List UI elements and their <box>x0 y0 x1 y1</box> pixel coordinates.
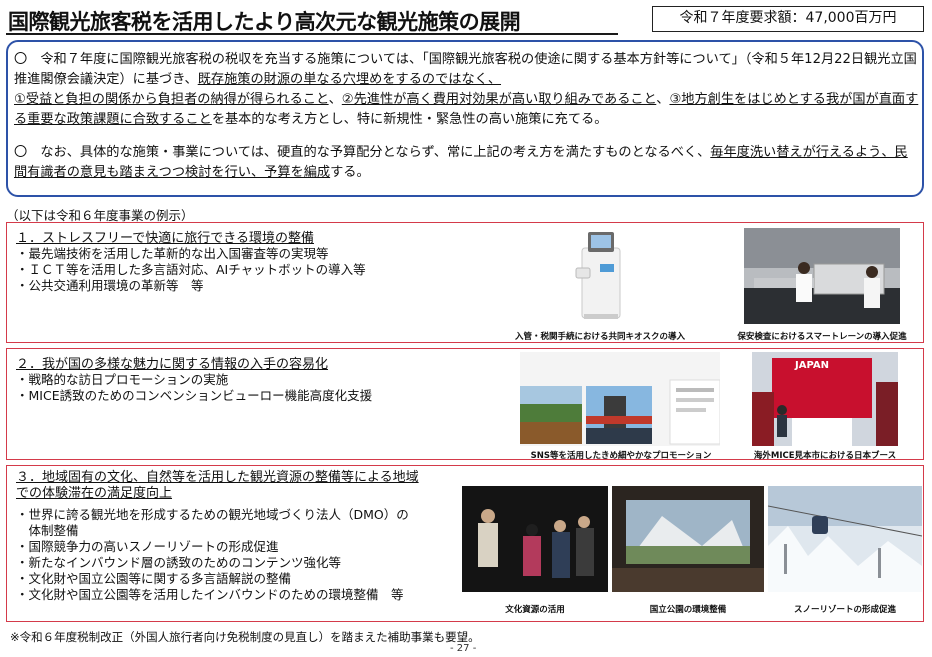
list-item: ・戦略的な訪日プロモーションの実施 <box>16 372 229 387</box>
section-3-bullets: ・世界に誇る観光地を形成するための観光地域づくり法人（DMO）の 体制整備 ・国… <box>16 507 409 603</box>
photo-caption: 文化資源の活用 <box>505 605 565 615</box>
budget-request-box: 令和７年度要求額：47,000百万円 <box>652 6 924 32</box>
photo-caption: 国立公園の環境整備 <box>649 605 727 615</box>
policy-text: 〇 なお、具体的な施策・事業については、硬直的な予算配分とならず、常に上記の考え… <box>14 145 711 160</box>
policy-text: を基本的な考え方とし、特に新規性・緊急性の高い施策に充てる。 <box>211 112 608 127</box>
title-underline <box>6 33 618 35</box>
section-3-title-line: ３．地域固有の文化、自然等を活用した観光資源の整備等による地域 <box>16 470 419 485</box>
list-item: ・ＩＣＴ等を活用した多言語対応、AIチャットボットの導入等 <box>16 262 366 277</box>
list-item: 体制整備 <box>16 523 79 538</box>
policy-paragraph-1: 〇 令和７年度に国際観光旅客税の税収を充当する施策については、「国際観光旅客税の… <box>14 50 919 130</box>
policy-text: する。 <box>330 165 370 180</box>
list-item: ・公共交通利用環境の革新等 等 <box>16 278 204 293</box>
footnote: ※令和６年度税制改正（外国人旅行者向け免税制度の見直し）を踏まえた補助事業も要望… <box>10 630 480 644</box>
policy-text: 、 <box>656 92 670 107</box>
section-1-bullets: ・最先端技術を活用した革新的な出入国審査等の実現等 ・ＩＣＴ等を活用した多言語対… <box>16 246 366 294</box>
booth-sign: JAPAN <box>795 360 829 371</box>
list-item: ・国際競争力の高いスノーリゾートの形成促進 <box>16 539 279 554</box>
photo-caption: 入管・税関手続における共同キオスクの導入 <box>514 332 685 342</box>
sns-promotion-collage <box>520 352 720 446</box>
policy-text: 、 <box>328 92 342 107</box>
list-item: ・文化財や国立公園等に関する多言語解説の整備 <box>16 571 292 586</box>
smart-lane-photo <box>744 228 900 324</box>
policy-emphasis: 既存施策の財源の単なる穴埋めをするのではなく、 <box>197 72 502 87</box>
list-item: ・MICE誘致のためのコンベンションビューロー機能高度化支援 <box>16 388 373 403</box>
policy-paragraph-2: 〇 なお、具体的な施策・事業については、硬直的な予算配分とならず、常に上記の考え… <box>14 143 919 183</box>
policy-emphasis: ①受益と負担の関係から負担者の納得が得られること <box>14 92 329 107</box>
section-3-title-line: での体験滞在の満足度向上 <box>16 486 173 501</box>
photo-caption: SNS等を活用したきめ細やかなプロモーション <box>530 451 712 461</box>
list-item: ・世界に誇る観光地を形成するための観光地域づくり法人（DMO）の <box>16 507 409 522</box>
cultural-resources-photo <box>462 486 608 592</box>
photo-caption: スノーリゾートの形成促進 <box>793 605 896 615</box>
national-park-photo <box>612 486 764 592</box>
snow-resort-photo <box>768 486 922 592</box>
page-number: - 27 - <box>450 643 477 654</box>
list-item: ・新たなインバウンド層の誘致のためのコンテンツ強化等 <box>16 555 342 570</box>
page-title: 国際観光旅客税を活用したより高次元な観光施策の展開 <box>8 10 521 34</box>
policy-emphasis: ②先進性が高く費用対効果が高い取り組みであること <box>341 92 657 107</box>
list-item: ・最先端技術を活用した革新的な出入国審査等の実現等 <box>16 246 329 261</box>
section-2-title: ２．我が国の多様な魅力に関する情報の入手の容易化 <box>16 357 329 372</box>
kiosk-photo <box>560 228 640 324</box>
section-1-title: １．ストレスフリーで快適に旅行できる環境の整備 <box>16 231 314 246</box>
photo-caption: 海外MICE見本市における日本ブース <box>753 451 897 461</box>
section-3-title: ３．地域固有の文化、自然等を活用した観光資源の整備等による地域 での体験滞在の満… <box>16 470 419 502</box>
list-item: ・文化財や国立公園等を活用したインバウンドのための環境整備 等 <box>16 587 404 602</box>
photo-caption: 保安検査におけるスマートレーンの導入促進 <box>737 332 907 342</box>
section-2-bullets: ・戦略的な訪日プロモーションの実施 ・MICE誘致のためのコンベンションビューロ… <box>16 372 372 404</box>
